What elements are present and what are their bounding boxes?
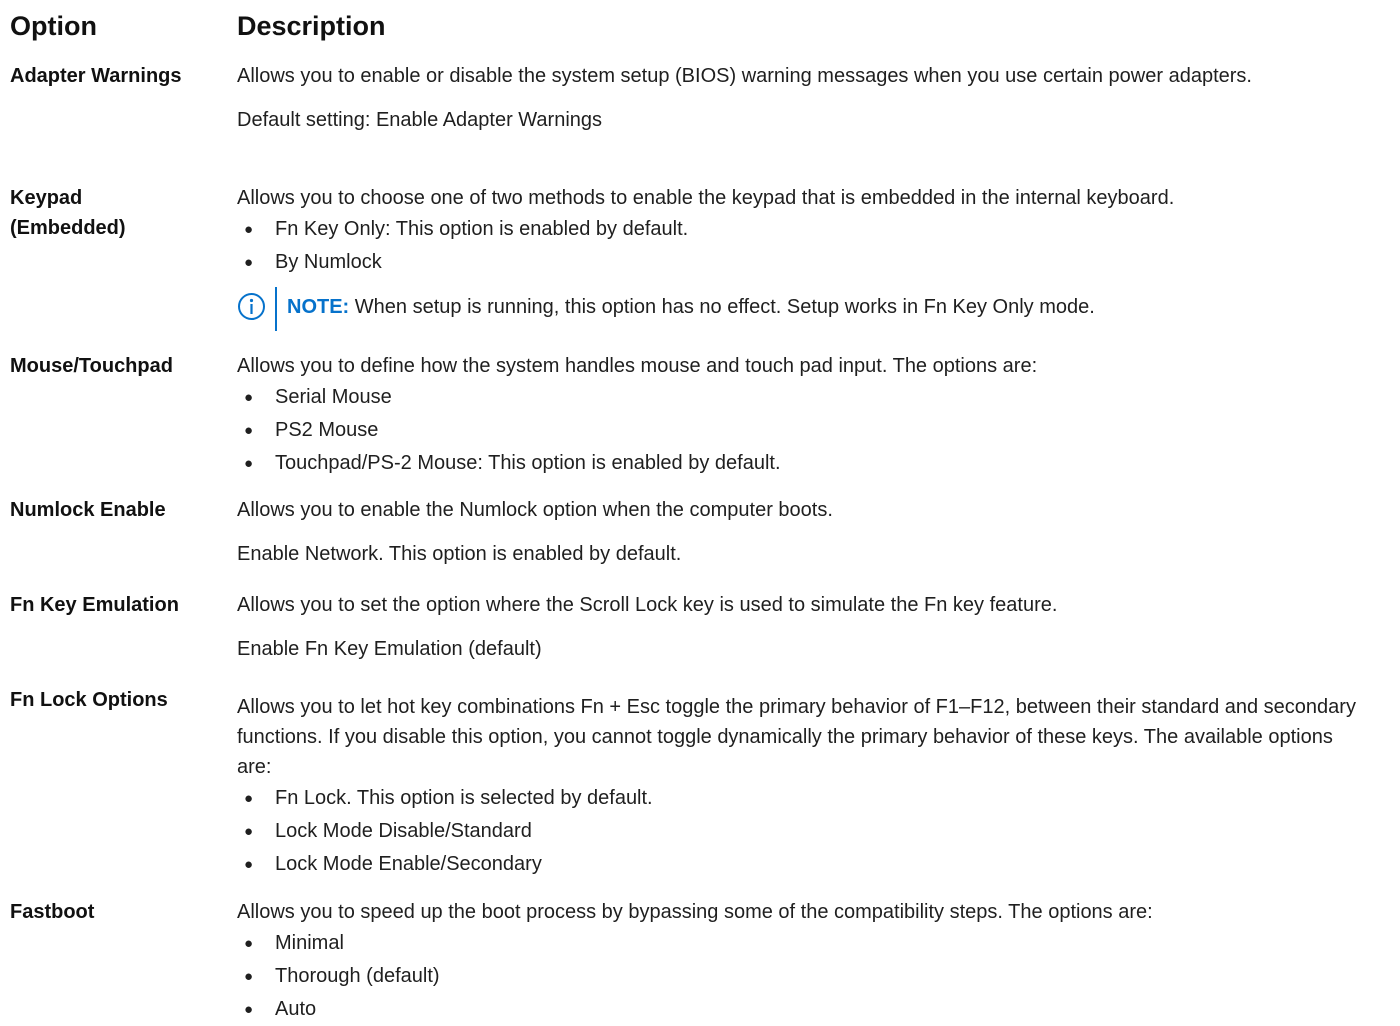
list-item: ● PS2 Mouse bbox=[237, 414, 1397, 447]
option-name: Mouse/Touchpad bbox=[10, 355, 173, 377]
list-item: ● Serial Mouse bbox=[237, 381, 1397, 414]
list-item: ● Thorough (default) bbox=[237, 960, 1397, 993]
bullet-icon: ● bbox=[244, 935, 254, 952]
option-description: Allows you to let hot key combinations F… bbox=[237, 692, 1367, 881]
option-list: ● Fn Lock. This option is selected by def… bbox=[237, 782, 1367, 881]
note-label: NOTE: bbox=[287, 296, 350, 318]
description-text: Allows you to enable or disable the syst… bbox=[237, 65, 1252, 87]
description-text: Allows you to set the option where the S… bbox=[237, 594, 1058, 616]
option-name: Fastboot bbox=[10, 901, 95, 923]
list-item: ● By Numlock bbox=[237, 246, 1397, 279]
default-setting-text: Enable Fn Key Emulation (default) bbox=[237, 638, 542, 660]
column-header-description: Description bbox=[237, 11, 386, 41]
option-list: ● Serial Mouse ● PS2 Mouse ● Touchpad/PS-2 … bbox=[237, 381, 1397, 480]
list-item: ● Lock Mode Disable/Standard bbox=[237, 815, 1367, 848]
option-name: Fn Key Emulation bbox=[10, 594, 179, 616]
note-text: When setup is running, this option has n… bbox=[354, 296, 1095, 318]
option-name: Fn Lock Options bbox=[10, 689, 168, 711]
column-header-option: Option bbox=[10, 11, 97, 41]
bullet-icon: ● bbox=[244, 221, 254, 238]
bullet-icon: ● bbox=[244, 422, 254, 439]
description-text: Allows you to let hot key combinations F… bbox=[237, 696, 1356, 778]
description-text: Allows you to choose one of two methods … bbox=[237, 187, 1175, 209]
option-name: Adapter Warnings bbox=[10, 65, 182, 87]
bullet-icon: ● bbox=[244, 968, 254, 985]
bullet-icon: ● bbox=[244, 1001, 254, 1018]
bullet-icon: ● bbox=[244, 823, 254, 840]
description-text: Allows you to define how the system hand… bbox=[237, 355, 1038, 377]
default-setting-text: Enable Network. This option is enabled b… bbox=[237, 543, 682, 565]
option-name: Keypad (Embedded) bbox=[10, 187, 126, 239]
option-name: Numlock Enable bbox=[10, 499, 166, 521]
list-item: ● Lock Mode Enable/Secondary bbox=[237, 848, 1367, 881]
list-item: ● Minimal bbox=[237, 927, 1397, 960]
note-divider bbox=[275, 287, 277, 331]
option-description: Allows you to choose one of two methods … bbox=[237, 183, 1397, 331]
bios-options-table: Option Description Adapter Warnings Allo… bbox=[0, 0, 1400, 1023]
bullet-icon: ● bbox=[244, 389, 254, 406]
bullet-icon: ● bbox=[244, 790, 254, 807]
option-description: Allows you to enable the Numlock option … bbox=[237, 495, 1397, 569]
bullet-icon: ● bbox=[244, 856, 254, 873]
info-icon bbox=[237, 292, 266, 321]
option-description: Allows you to set the option where the S… bbox=[237, 590, 1397, 664]
option-description: Allows you to define how the system hand… bbox=[237, 351, 1397, 480]
description-text: Allows you to speed up the boot process … bbox=[237, 901, 1153, 923]
option-description: Allows you to enable or disable the syst… bbox=[237, 61, 1397, 135]
note-callout: NOTE: When setup is running, this option… bbox=[237, 287, 1397, 331]
description-text: Allows you to enable the Numlock option … bbox=[237, 499, 833, 521]
list-item: ● Fn Key Only: This option is enabled by … bbox=[237, 213, 1397, 246]
list-item: ● Auto bbox=[237, 993, 1397, 1026]
option-list: ● Minimal ● Thorough (default) ● Auto bbox=[237, 927, 1397, 1026]
bullet-icon: ● bbox=[244, 254, 254, 271]
bullet-icon: ● bbox=[244, 455, 254, 472]
option-list: ● Fn Key Only: This option is enabled by … bbox=[237, 213, 1397, 279]
list-item: ● Touchpad/PS-2 Mouse: This option is ena… bbox=[237, 447, 1397, 480]
option-description: Allows you to speed up the boot process … bbox=[237, 897, 1397, 1026]
default-setting-text: Default setting: Enable Adapter Warnings bbox=[237, 109, 603, 131]
list-item: ● Fn Lock. This option is selected by def… bbox=[237, 782, 1367, 815]
